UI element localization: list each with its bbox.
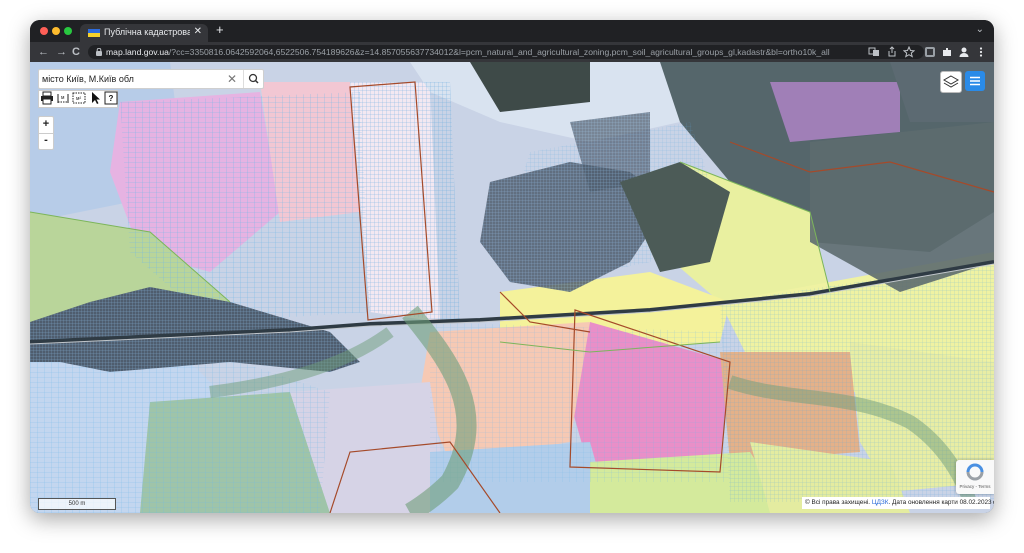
tab-title: Публічна кадастрова карта Україн [104, 27, 190, 37]
zoom-in-button[interactable]: + [39, 117, 53, 134]
cadastral-map[interactable]: ✕ м м² ? + - 500 m Privacy - Terms [30, 62, 994, 513]
tab-search-icon[interactable]: ⌄ [976, 24, 984, 35]
bookmark-star-icon[interactable] [903, 46, 915, 58]
new-tab-button[interactable]: + [216, 23, 224, 37]
zoom-out-button[interactable]: - [39, 133, 53, 149]
svg-text:м²: м² [76, 96, 81, 102]
print-icon[interactable] [39, 91, 55, 105]
help-icon[interactable]: ? [103, 91, 119, 105]
layers-button[interactable] [940, 71, 962, 93]
scale-label: 500 m [68, 501, 86, 507]
address-bar[interactable]: map.land.gov.ua/?cc=3350816.0642592064,6… [88, 45, 924, 59]
kebab-menu-icon[interactable] [975, 46, 987, 58]
close-window-button[interactable] [40, 27, 48, 35]
svg-text:?: ? [109, 94, 114, 103]
search-button[interactable] [243, 70, 264, 88]
minimize-window-button[interactable] [52, 27, 60, 35]
zoom-control: + - [38, 116, 54, 150]
map-tools-bar: м м² ? [38, 90, 118, 108]
tab-strip: Публічна кадастрова карта Україн ✕ + ⌄ [30, 20, 994, 42]
forward-button[interactable]: → [56, 45, 67, 59]
profile-icon[interactable] [958, 46, 970, 58]
tab-close-icon[interactable]: ✕ [194, 26, 202, 38]
search-icon [248, 73, 259, 84]
back-button[interactable]: ← [38, 45, 49, 59]
recaptcha-links[interactable]: Privacy - Terms [956, 484, 994, 489]
ukraine-flag-icon [88, 29, 100, 37]
attribution-toggle-icon[interactable]: ▸ [993, 499, 994, 506]
map-canvas [30, 62, 994, 513]
scale-bar: 500 m [38, 498, 116, 510]
measure-distance-icon[interactable]: м [55, 91, 71, 105]
url-text: map.land.gov.ua/?cc=3350816.0642592064,6… [106, 47, 830, 57]
clear-search-icon[interactable]: ✕ [227, 70, 237, 88]
address-search-box: ✕ [38, 69, 264, 89]
search-input[interactable] [42, 71, 222, 86]
recaptcha-badge[interactable]: Privacy - Terms [956, 460, 994, 494]
share-icon[interactable] [886, 46, 898, 58]
browser-window: Публічна кадастрова карта Україн ✕ + ⌄ ←… [30, 20, 994, 513]
map-attribution: © Всі права захищені. ЦДЗК. Дата оновлен… [802, 497, 994, 509]
reload-button[interactable]: C [72, 45, 80, 59]
measure-area-icon[interactable]: м² [71, 91, 87, 105]
puzzle-icon[interactable] [941, 46, 953, 58]
browser-tab[interactable]: Публічна кадастрова карта Україн ✕ [80, 24, 208, 42]
extension-icon[interactable] [924, 46, 936, 58]
lock-icon [96, 48, 102, 56]
layers-icon [942, 75, 960, 88]
svg-text:м: м [61, 95, 65, 101]
pointer-icon[interactable] [87, 91, 103, 105]
main-menu-button[interactable] [965, 71, 985, 91]
hamburger-menu-icon [970, 76, 980, 86]
recaptcha-icon [966, 463, 984, 481]
browser-toolbar: ← → C map.land.gov.ua/?cc=3350816.064259… [30, 42, 994, 62]
maximize-window-button[interactable] [64, 27, 72, 35]
translate-icon[interactable] [868, 46, 880, 58]
cdzk-link[interactable]: ЦДЗК [872, 499, 889, 506]
